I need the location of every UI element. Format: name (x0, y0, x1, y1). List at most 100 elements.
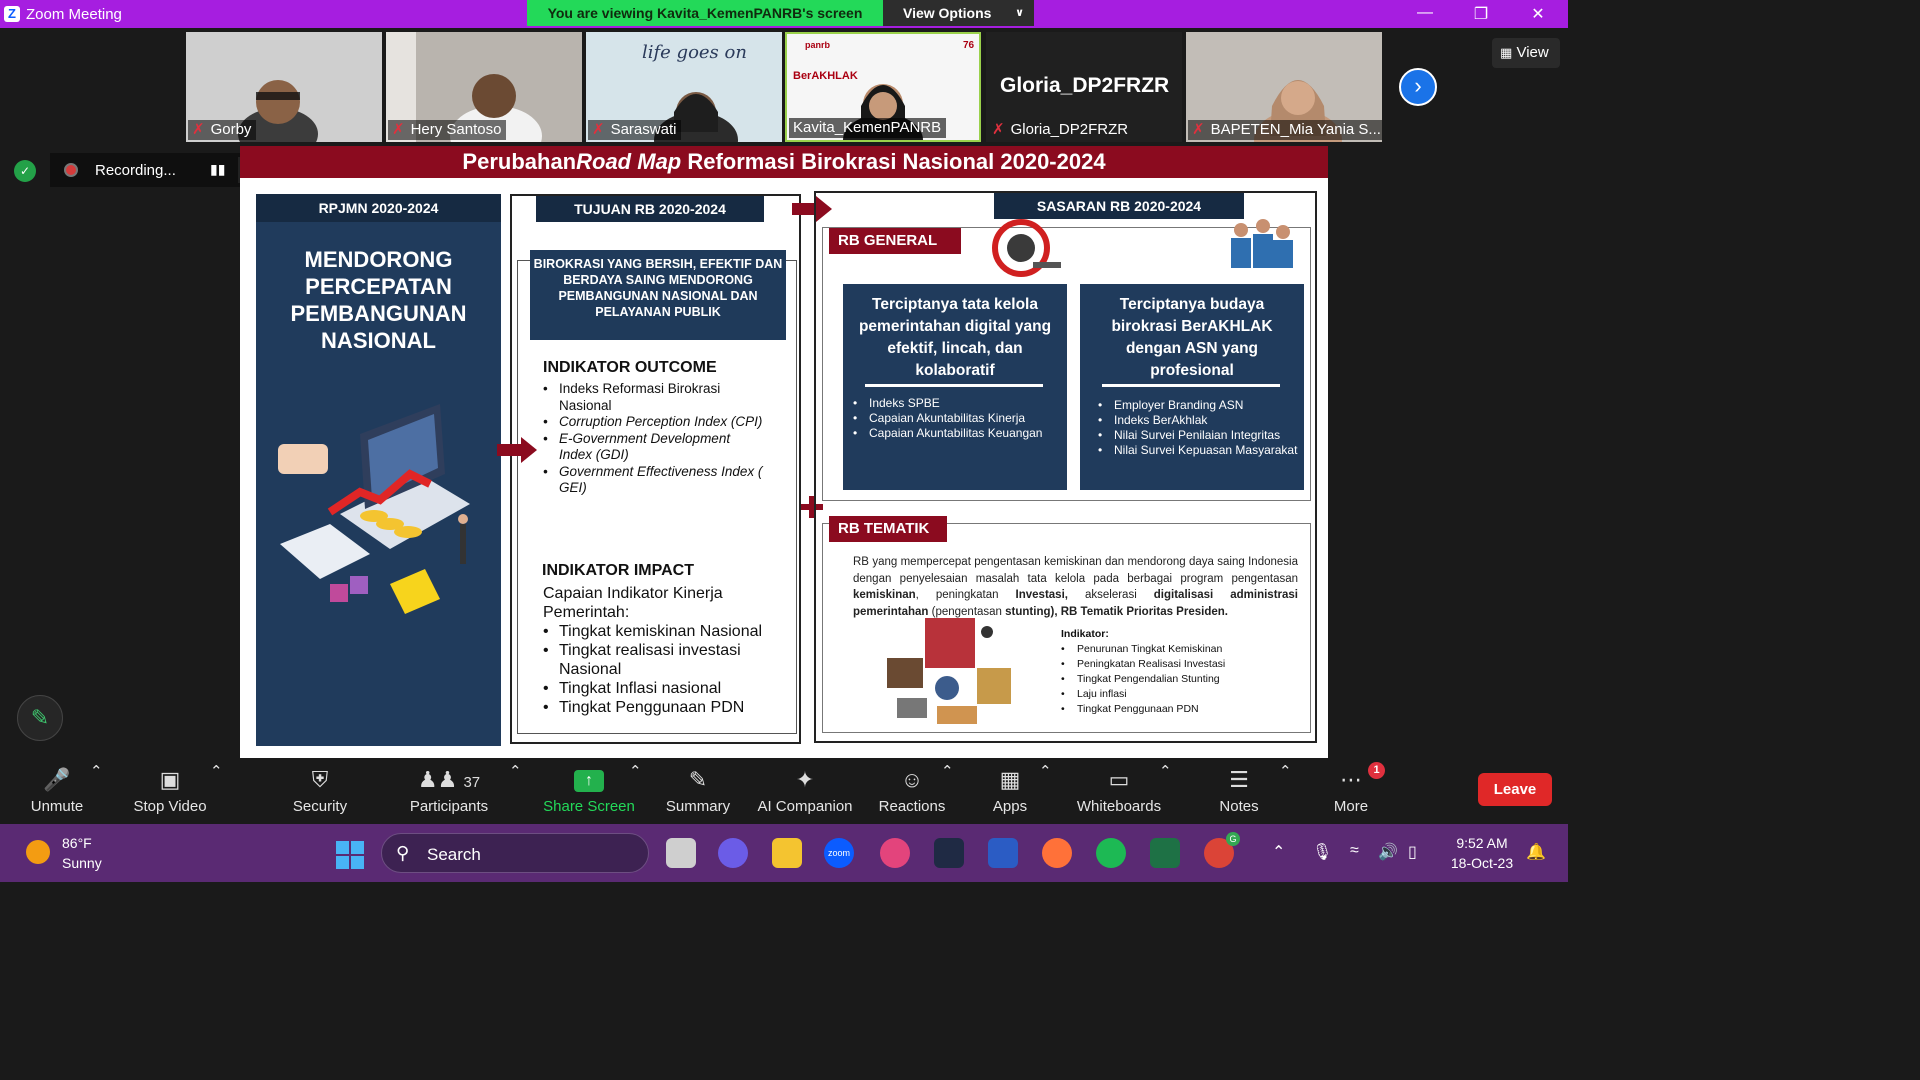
stop-video-button[interactable]: ▣ Stop Video (128, 762, 212, 815)
participant-tile[interactable]: Gloria_DP2FRZR ✗ Gloria_DP2FRZR (986, 32, 1182, 142)
tray-chevron-up-icon[interactable]: ⌃ (1272, 842, 1285, 862)
card-list: Employer Branding ASN Indeks BerAkhlak N… (1098, 398, 1302, 458)
task-view-icon[interactable] (666, 838, 696, 868)
weather-sun-icon[interactable] (26, 840, 50, 864)
whiteboards-button[interactable]: ▭ Whiteboards (1074, 762, 1164, 815)
sasaran-column: SASARAN RB 2020-2024 RB GENERAL Tercipta… (814, 191, 1317, 743)
spotify-icon[interactable] (1096, 838, 1126, 868)
asn-people-illustration (1231, 219, 1293, 268)
participant-tile[interactable]: ✗ Gorby (186, 32, 382, 142)
security-button[interactable]: ⛨ Security (290, 762, 350, 815)
restore-icon[interactable]: ❐ (1466, 4, 1496, 24)
window-title: Zoom Meeting (26, 6, 122, 23)
card-item: Employer Branding ASN (1098, 398, 1302, 413)
reactions-button[interactable]: ☺ Reactions (878, 762, 946, 815)
recording-bar: Recording... ▮▮ (50, 153, 264, 187)
volume-icon[interactable]: 🔊 (1378, 842, 1398, 862)
close-icon[interactable]: ✕ (1523, 4, 1553, 24)
search-icon: ⚲ (396, 843, 410, 863)
whiteboards-chevron-icon[interactable]: ⌃ (1159, 762, 1172, 780)
next-page-chevron-icon[interactable]: › (1399, 68, 1437, 106)
windows-start-icon[interactable] (336, 841, 364, 869)
mic-muted-icon: ✗ (1192, 121, 1205, 138)
shield-icon: ⛨ (311, 767, 329, 792)
view-button[interactable]: ▦ View (1492, 38, 1560, 68)
digital-gear-illustration (992, 219, 1061, 277)
taskbar-clock[interactable]: 9:52 AM 18-Oct-23 (1446, 833, 1518, 873)
participant-name: ✗ BAPETEN_Mia Yania S... (1188, 120, 1382, 140)
title-bar: Z Zoom Meeting You are viewing Kavita_Ke… (0, 0, 1568, 28)
apps-button[interactable]: ▦ Apps (988, 762, 1032, 815)
rb-tematik-box: RB TEMATIK RB yang mempercepat pengentas… (822, 516, 1311, 733)
view-options-label: View Options (903, 5, 992, 21)
mic-muted-icon: ✗ (592, 121, 605, 138)
weather-widget[interactable]: 86°F Sunny (62, 833, 102, 873)
card-item: Indeks BerAkhlak (1098, 413, 1302, 428)
video-options-chevron-icon[interactable]: ⌃ (210, 762, 223, 780)
microphone-icon[interactable]: 🎙 (1312, 842, 1332, 862)
participant-tile-active-speaker[interactable]: panrb BerAKHLAK 76 Kavita_KemenPANRB (785, 32, 981, 142)
tujuan-box: BIROKRASI YANG BERSIH, EFEKTIF DAN BERDA… (530, 250, 786, 340)
share-screen-button[interactable]: ↑ Share Screen (542, 762, 636, 815)
notes-button[interactable]: ☰ Notes (1216, 762, 1262, 815)
minimize-icon[interactable]: — (1410, 4, 1440, 22)
participant-tile[interactable]: life goes on ✗ Saraswati (586, 32, 782, 142)
share-screen-icon: ↑ (574, 770, 604, 793)
audio-options-chevron-icon[interactable]: ⌃ (90, 762, 103, 780)
annotate-pencil-icon[interactable]: ✎ (17, 695, 63, 741)
zoom-app-icon[interactable]: zoom (824, 838, 854, 868)
reactions-chevron-icon[interactable]: ⌃ (941, 762, 954, 780)
pause-recording-icon[interactable]: ▮▮ (210, 161, 225, 178)
rb-general-label: RB GENERAL (829, 228, 961, 254)
summary-button[interactable]: ✎ Summary (664, 762, 732, 815)
notification-bell-icon[interactable]: 🔔 (1526, 842, 1546, 862)
participants-button[interactable]: ♟♟ 37 Participants (406, 762, 492, 815)
outcome-item: E-Government Development Index (GDI) (543, 431, 763, 464)
view-options-button[interactable]: View Options ∨ (883, 0, 1034, 26)
teams-chat-icon[interactable] (718, 838, 748, 868)
card-divider (865, 384, 1043, 387)
taskbar-search[interactable]: ⚲ Search (381, 833, 649, 873)
apps-chevron-icon[interactable]: ⌃ (1039, 762, 1052, 780)
card-item: Capaian Akuntabilitas Keuangan (853, 426, 1063, 441)
impact-intro: Capaian Indikator Kinerja Pemerintah: (543, 585, 723, 621)
chrome-profile-badge: G (1226, 832, 1240, 846)
indikator-item: Laju inflasi (1061, 687, 1301, 702)
share-options-chevron-icon[interactable]: ⌃ (629, 762, 642, 780)
firefox-icon[interactable] (1042, 838, 1072, 868)
leave-button[interactable]: Leave (1478, 773, 1552, 806)
word-icon[interactable] (988, 838, 1018, 868)
indikator-item: Penurunan Tingkat Kemiskinan (1061, 642, 1301, 657)
viewing-banner: You are viewing Kavita_KemenPANRB's scre… (527, 0, 883, 26)
indikator-item: Peningkatan Realisasi Investasi (1061, 657, 1301, 672)
battery-icon[interactable]: ▯ (1408, 842, 1417, 862)
card-berakhlak-culture: Terciptanya budaya birokrasi BerAKHLAK d… (1080, 284, 1304, 490)
card-list: Indeks SPBE Capaian Akuntabilitas Kinerj… (853, 396, 1063, 441)
chrome-icon[interactable]: G (1204, 832, 1240, 868)
participant-tile[interactable]: ✗ Hery Santoso (386, 32, 582, 142)
more-notification-badge: 1 (1368, 762, 1385, 779)
sparkle-icon: ✦ (795, 767, 815, 792)
outcome-list: Indeks Reformasi Birokrasi Nasional Corr… (543, 381, 763, 497)
outcome-item: Corruption Perception Index (CPI) (543, 414, 763, 431)
slide-title: PerubahanRoad Map Reformasi Birokrasi Na… (240, 146, 1328, 178)
participants-chevron-icon[interactable]: ⌃ (509, 762, 522, 780)
emoji-icon: ☺ (900, 767, 924, 792)
participant-name: ✗ Saraswati (588, 120, 682, 140)
excel-icon[interactable] (1150, 838, 1180, 868)
berakhlak-logo: BerAKHLAK (793, 70, 858, 82)
notes-chevron-icon[interactable]: ⌃ (1279, 762, 1292, 780)
bluetooth-app-icon[interactable] (934, 838, 964, 868)
itunes-icon[interactable] (880, 838, 910, 868)
unmute-button[interactable]: 🎤 Unmute (22, 762, 92, 815)
wifi-icon[interactable]: ≈ (1350, 842, 1359, 860)
mic-muted-icon: 🎤 (43, 767, 71, 792)
participant-tile[interactable]: ✗ BAPETEN_Mia Yania S... (1186, 32, 1382, 142)
notes-icon: ☰ (1229, 767, 1249, 792)
tematik-illustration (887, 618, 1011, 724)
impact-list: Tingkat kemiskinan Nasional Tingkat real… (543, 622, 783, 717)
encryption-shield-icon[interactable]: ✓ (14, 160, 36, 182)
indikator-item: Tingkat Pengendalian Stunting (1061, 672, 1301, 687)
file-explorer-icon[interactable] (772, 838, 802, 868)
ai-companion-button[interactable]: ✦ AI Companion (756, 762, 854, 815)
